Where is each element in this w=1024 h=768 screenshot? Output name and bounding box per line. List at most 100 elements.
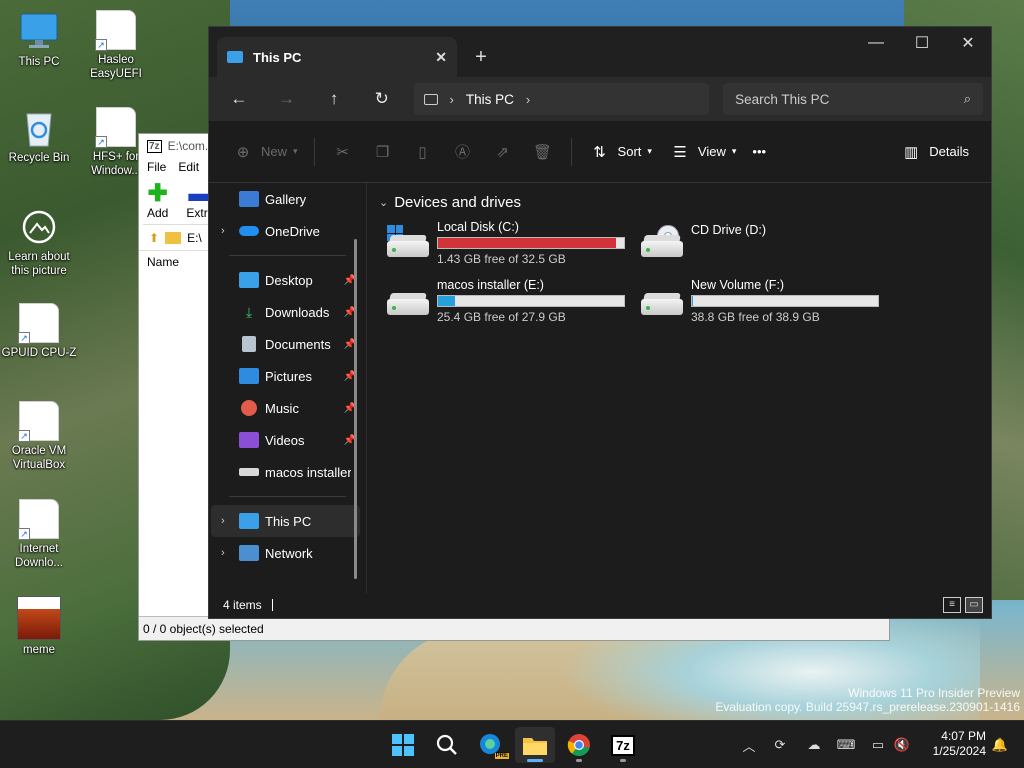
chevron-down-icon: ▾ — [731, 146, 737, 156]
file-explorer-window[interactable]: This PC ✕ + ― ☐ ✕ ← → ↑ ↻ › This PC › Se… — [208, 26, 992, 619]
paste-button[interactable]: ▯ — [403, 136, 443, 168]
chevron-right-icon[interactable]: › — [526, 92, 530, 107]
taskbar-clock[interactable]: 4:07 PM 1/25/2024 — [933, 729, 986, 759]
nav-item-label: Pictures — [265, 368, 312, 384]
7zip-menu-file[interactable]: File — [147, 160, 166, 176]
onedrive-tray-button[interactable]: ☁ — [802, 731, 826, 759]
nav-item-downloads[interactable]: ⤓ Downloads 📌 — [209, 296, 366, 328]
maximize-button[interactable]: ☐ — [899, 27, 945, 59]
nav-item-onedrive[interactable]: › OneDrive — [209, 215, 366, 247]
folder-up-icon[interactable]: ⬆ — [149, 231, 159, 245]
taskbar-search-button[interactable] — [427, 727, 467, 763]
start-button[interactable] — [383, 727, 423, 763]
close-tab-icon[interactable]: ✕ — [435, 49, 447, 66]
chevron-right-icon[interactable]: › — [221, 515, 237, 527]
toolbar-separator — [313, 137, 315, 166]
chevron-right-icon[interactable]: › — [221, 547, 237, 559]
refresh-icon: ↻ — [374, 89, 389, 108]
desktop-icon-learn-about-picture[interactable]: Learn about this picture — [1, 207, 77, 278]
network-tray-button[interactable]: ▭ — [866, 731, 890, 759]
nav-item-this-pc[interactable]: › This PC — [211, 505, 360, 537]
chevron-right-icon[interactable]: › — [450, 92, 454, 107]
keyboard-tray-button[interactable]: ⌨ — [834, 731, 858, 759]
address-location[interactable]: This PC — [466, 92, 514, 107]
nav-item-label: macos installer ( — [265, 464, 351, 480]
taskbar-chrome-button[interactable] — [559, 727, 599, 763]
7zip-add-label: Add — [147, 206, 169, 220]
desktop-icon-recycle-bin[interactable]: Recycle Bin — [1, 108, 77, 165]
copy-button[interactable]: ❐ — [363, 136, 403, 168]
address-bar[interactable]: › This PC › — [413, 83, 710, 115]
nav-item-music[interactable]: Music 📌 — [209, 392, 366, 424]
desktop-icon-idm[interactable]: ↗ Internet Downlo... — [1, 499, 77, 570]
notifications-button[interactable]: 🔔 — [990, 731, 1010, 759]
nav-item-pictures[interactable]: Pictures 📌 — [209, 360, 366, 392]
nav-item-documents[interactable]: Documents 📌 — [209, 328, 366, 360]
details-button[interactable]: ▥ Details — [891, 136, 977, 168]
drive-name: CD Drive (D:) — [691, 223, 766, 237]
cd-drive-icon — [641, 225, 683, 261]
taskbar-file-explorer-button[interactable] — [515, 727, 555, 763]
explorer-body: Gallery › OneDrive Desktop 📌 ⤓ Downloads… — [209, 183, 991, 593]
windows-watermark: Windows 11 Pro Insider Preview Evaluatio… — [715, 686, 1020, 714]
nav-item-label: Downloads — [265, 304, 330, 320]
share-icon: ⇗ — [496, 143, 509, 161]
details-view-button[interactable]: ≡ — [943, 597, 961, 613]
desktop-icon-virtualbox[interactable]: ↗ Oracle VM VirtualBox — [1, 401, 77, 472]
nav-item-network[interactable]: › Network — [209, 537, 366, 569]
desktop-icon-this-pc[interactable]: This PC — [1, 12, 77, 69]
7zip-add-button[interactable]: ✚ Add — [147, 182, 169, 221]
share-button[interactable]: ⇗ — [483, 136, 523, 168]
volume-tray-button[interactable]: 🔇 — [892, 731, 912, 759]
new-button[interactable]: ⊕ New ▾ — [223, 136, 306, 168]
nav-item-videos[interactable]: Videos 📌 — [209, 424, 366, 456]
taskbar-edge-button[interactable]: PRE — [471, 727, 511, 763]
close-window-button[interactable]: ✕ — [945, 27, 991, 59]
refresh-button[interactable]: ↻ — [360, 83, 404, 115]
drive-e[interactable]: macos installer (E:) 25.4 GB free of 27.… — [387, 277, 641, 325]
new-tab-button[interactable]: + — [463, 39, 499, 75]
taskbar-7zip-button[interactable]: 7z — [603, 727, 643, 763]
desktop-icon-hasleo[interactable]: ↗ Hasleo EasyUEFI — [78, 10, 154, 81]
content-pane[interactable]: ⌄ Devices and drives Local Disk (C:) 1.4… — [367, 183, 991, 593]
document-icon: ↗ — [18, 499, 59, 540]
tab-title: This PC — [253, 49, 302, 65]
nav-item-label: This PC — [265, 513, 312, 529]
up-button[interactable]: ↑ — [312, 83, 356, 115]
nav-item-desktop[interactable]: Desktop 📌 — [209, 264, 366, 296]
7zip-menu-edit[interactable]: Edit — [178, 160, 199, 176]
see-more-button[interactable]: ••• — [744, 136, 774, 168]
sort-button[interactable]: ⇅ Sort ▾ — [580, 136, 660, 168]
shortcut-arrow-icon: ↗ — [95, 39, 107, 51]
drive-f[interactable]: New Volume (F:) 38.8 GB free of 38.9 GB — [641, 277, 895, 325]
search-input[interactable]: Search This PC ⌕ — [723, 83, 984, 115]
group-header-devices[interactable]: ⌄ Devices and drives — [375, 191, 983, 213]
back-button[interactable]: ← — [217, 83, 261, 115]
shortcut-arrow-icon: ↗ — [18, 332, 30, 344]
nav-pane-scrollbar[interactable] — [354, 239, 357, 579]
minimize-button[interactable]: ― — [853, 27, 899, 59]
cut-button[interactable]: ✂ — [323, 136, 363, 168]
show-hidden-icons-button[interactable]: ︿ — [738, 731, 760, 759]
arrow-right-icon: → — [277, 89, 295, 108]
nav-item-macos-installer[interactable]: macos installer ( — [209, 456, 366, 488]
tab-this-pc[interactable]: This PC ✕ — [217, 37, 457, 77]
file-explorer-icon — [523, 738, 547, 755]
tiles-view-button[interactable]: ▭ — [965, 597, 983, 613]
nav-item-gallery[interactable]: Gallery — [209, 183, 366, 215]
forward-button[interactable]: → — [265, 83, 309, 115]
document-icon: ↗ — [95, 107, 136, 148]
drive-c[interactable]: Local Disk (C:) 1.43 GB free of 32.5 GB — [387, 219, 641, 267]
chevron-right-icon[interactable]: › — [221, 225, 237, 237]
search-placeholder: Search This PC — [735, 91, 830, 107]
rename-button[interactable]: Ⓐ — [443, 136, 483, 168]
drive-d[interactable]: CD Drive (D:) — [641, 219, 895, 267]
delete-button[interactable]: 🗑 — [523, 136, 563, 168]
shortcut-arrow-icon: ↗ — [18, 528, 30, 540]
recycle-bin-icon — [19, 108, 59, 148]
desktop-icon-meme[interactable]: meme — [1, 596, 77, 657]
update-tray-button[interactable]: ⟳ — [768, 731, 792, 759]
navigation-pane[interactable]: Gallery › OneDrive Desktop 📌 ⤓ Downloads… — [209, 183, 367, 593]
desktop-icon-cpuz[interactable]: ↗ GPUID CPU-Z — [1, 303, 77, 360]
view-button[interactable]: ☰ View ▾ — [660, 136, 744, 168]
